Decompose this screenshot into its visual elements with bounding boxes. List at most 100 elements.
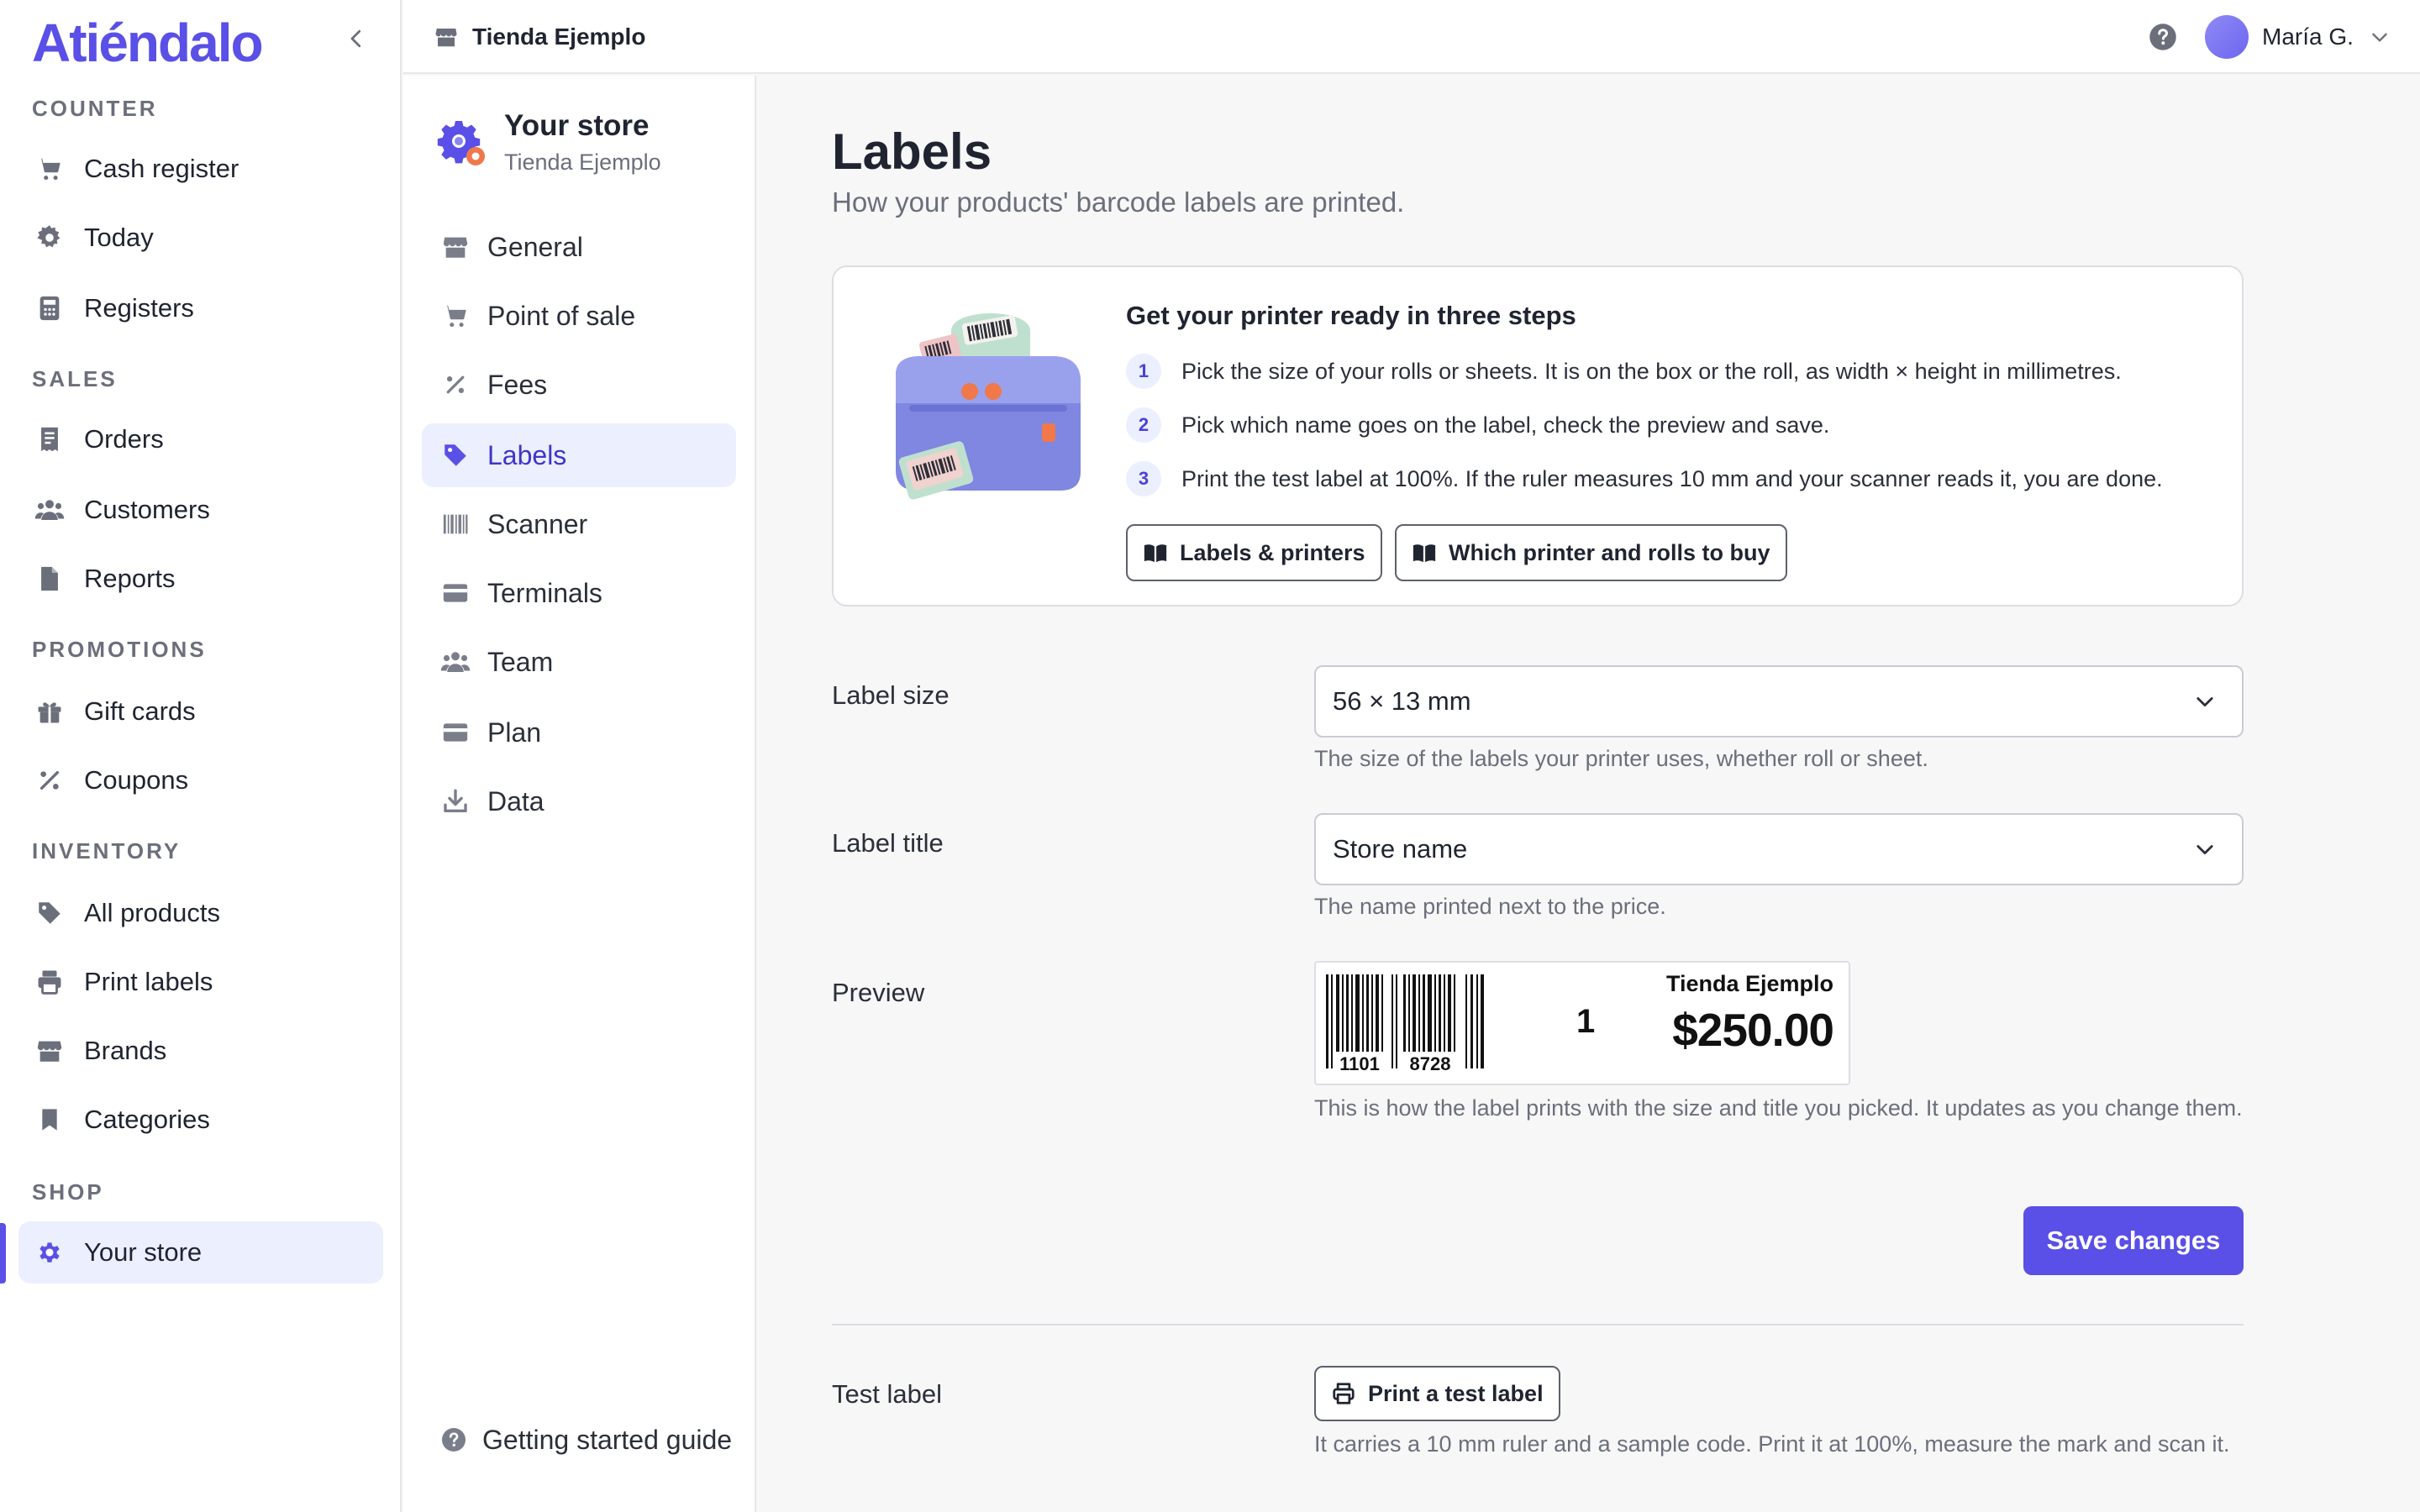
store-switcher[interactable]: Tienda Ejemplo (434, 18, 645, 55)
settings-item-team[interactable]: Team (422, 630, 736, 694)
getting-started-guide-link[interactable]: Getting started guide (440, 1420, 732, 1460)
barcode-graphic: 1101 8728 (1326, 974, 1484, 1072)
print-test-label-button[interactable]: Print a test label (1314, 1366, 1560, 1421)
page-title: Labels (832, 123, 992, 180)
settings-item-general[interactable]: General (422, 215, 736, 279)
gift-icon (34, 696, 66, 727)
settings-item-point-of-sale[interactable]: Point of sale (422, 284, 736, 348)
step-number: 2 (1126, 407, 1161, 443)
button-label: Which printer and rolls to buy (1449, 539, 1770, 565)
sidebar-item-coupons[interactable]: Coupons (18, 749, 383, 811)
calculator-icon (34, 292, 66, 324)
test-label-hint: It carries a 10 mm ruler and a sample co… (1314, 1431, 2230, 1457)
settings-title: Your store (504, 109, 650, 142)
sidebar-item-label: Coupons (84, 765, 189, 795)
section-divider (832, 1324, 2244, 1326)
preview-price: $250.00 (1672, 1004, 1834, 1056)
chevron-down-icon (2196, 845, 2213, 855)
sidebar-item-label: Registers (84, 293, 194, 323)
chevron-left-icon (350, 29, 361, 48)
step-item: 1 Pick the size of your rolls or sheets.… (1126, 351, 2122, 391)
label-size-value: 56 × 13 mm (1333, 686, 1471, 716)
sidebar-item-label: Categories (84, 1105, 210, 1134)
app-logo[interactable]: Atiéndalo (32, 12, 264, 74)
sidebar-item-registers[interactable]: Registers (18, 277, 383, 339)
store-settings-icon (437, 121, 485, 165)
cart-icon (440, 301, 471, 331)
help-button[interactable] (2148, 22, 2178, 52)
nav-section-title: SHOP (32, 1179, 104, 1205)
barcode-icon (440, 509, 471, 539)
preview-hint: This is how the label prints with the si… (1314, 1095, 2243, 1121)
users-icon (440, 647, 471, 677)
sidebar-item-orders[interactable]: Orders (18, 408, 383, 470)
sidebar-item-your-store[interactable]: Your store (18, 1221, 383, 1284)
settings-item-plan[interactable]: Plan (422, 701, 736, 764)
settings-item-label: Plan (487, 717, 542, 748)
settings-item-labels[interactable]: Labels (422, 423, 736, 487)
step-item: 3 Print the test label at 100%. If the r… (1126, 459, 2163, 499)
save-changes-button[interactable]: Save changes (2023, 1206, 2244, 1275)
label-title-hint: The name printed next to the price. (1314, 894, 1666, 919)
sidebar-item-label: All products (84, 898, 220, 927)
settings-item-label: Scanner (487, 508, 588, 539)
sidebar-item-today[interactable]: Today (18, 207, 383, 269)
settings-item-label: Data (487, 785, 544, 816)
sidebar-item-all-products[interactable]: All products (18, 882, 383, 944)
chevron-down-icon (2196, 697, 2213, 707)
nav-section-title: COUNTER (32, 96, 158, 121)
store-icon (34, 1035, 66, 1067)
sidebar-item-label: Brands (84, 1036, 167, 1065)
sidebar-item-print-labels[interactable]: Print labels (18, 951, 383, 1013)
labels-printers-guide-button[interactable]: Labels & printers (1126, 524, 1382, 581)
sidebar-item-gift-cards[interactable]: Gift cards (18, 680, 383, 743)
cart-icon (34, 153, 66, 185)
store-icon (435, 29, 457, 47)
label-size-label: Label size (832, 680, 950, 710)
sidebar-item-reports[interactable]: Reports (18, 548, 383, 610)
sidebar-item-label: Print labels (84, 967, 213, 996)
preview-store-name: Tienda Ejemplo (1665, 971, 1833, 996)
button-label: Labels & printers (1180, 539, 1365, 565)
tag-icon (440, 440, 471, 470)
user-menu[interactable]: María G. (2205, 13, 2391, 60)
store-switcher-label: Tienda Ejemplo (472, 24, 646, 50)
user-name: María G. (2262, 24, 2354, 50)
button-label: Print a test label (1368, 1380, 1544, 1406)
chevron-down-icon (2372, 33, 2387, 42)
sidebar-item-label: Cash register (84, 154, 239, 183)
bookmark-icon (34, 1104, 66, 1136)
step-number: 3 (1126, 461, 1161, 496)
step-number: 1 (1126, 354, 1161, 389)
top-bar: Tienda Ejemplo María G. (403, 0, 2420, 74)
sidebar-item-label: Today (84, 223, 154, 252)
settings-item-label: Fees (487, 369, 548, 400)
sidebar-item-brands[interactable]: Brands (18, 1020, 383, 1082)
sidebar-item-categories[interactable]: Categories (18, 1089, 383, 1151)
printer-buying-guide-button[interactable]: Which printer and rolls to buy (1395, 524, 1787, 581)
settings-item-label: Team (487, 646, 554, 677)
collapse-sidebar-button[interactable] (336, 18, 376, 59)
sidebar-item-label: Orders (84, 424, 164, 454)
step-text: Print the test label at 100%. If the rul… (1181, 465, 2163, 491)
settings-item-data[interactable]: Data (422, 769, 736, 833)
store-icon (440, 232, 471, 262)
settings-item-scanner[interactable]: Scanner (422, 492, 736, 556)
sidebar-item-cash-register[interactable]: Cash register (18, 138, 383, 200)
sidebar-item-customers[interactable]: Customers (18, 479, 383, 541)
sidebar-item-label: Gift cards (84, 696, 196, 726)
label-title-select[interactable]: Store name (1314, 813, 2244, 885)
percent-icon (440, 370, 471, 400)
avatar (2205, 15, 2249, 59)
gear-icon (34, 1236, 66, 1268)
settings-item-terminals[interactable]: Terminals (422, 561, 736, 625)
label-size-select[interactable]: 56 × 13 mm (1314, 665, 2244, 738)
test-label-label: Test label (832, 1379, 942, 1409)
settings-nav: Your store Tienda Ejemplo General Point … (403, 76, 756, 1512)
settings-item-fees[interactable]: Fees (422, 353, 736, 417)
settings-item-label: Labels (487, 439, 567, 470)
book-icon (1413, 544, 1436, 563)
step-text: Pick which name goes on the label, check… (1181, 412, 1830, 438)
label-printer-illustration (896, 313, 1081, 500)
sidebar-item-label: Customers (84, 495, 210, 524)
